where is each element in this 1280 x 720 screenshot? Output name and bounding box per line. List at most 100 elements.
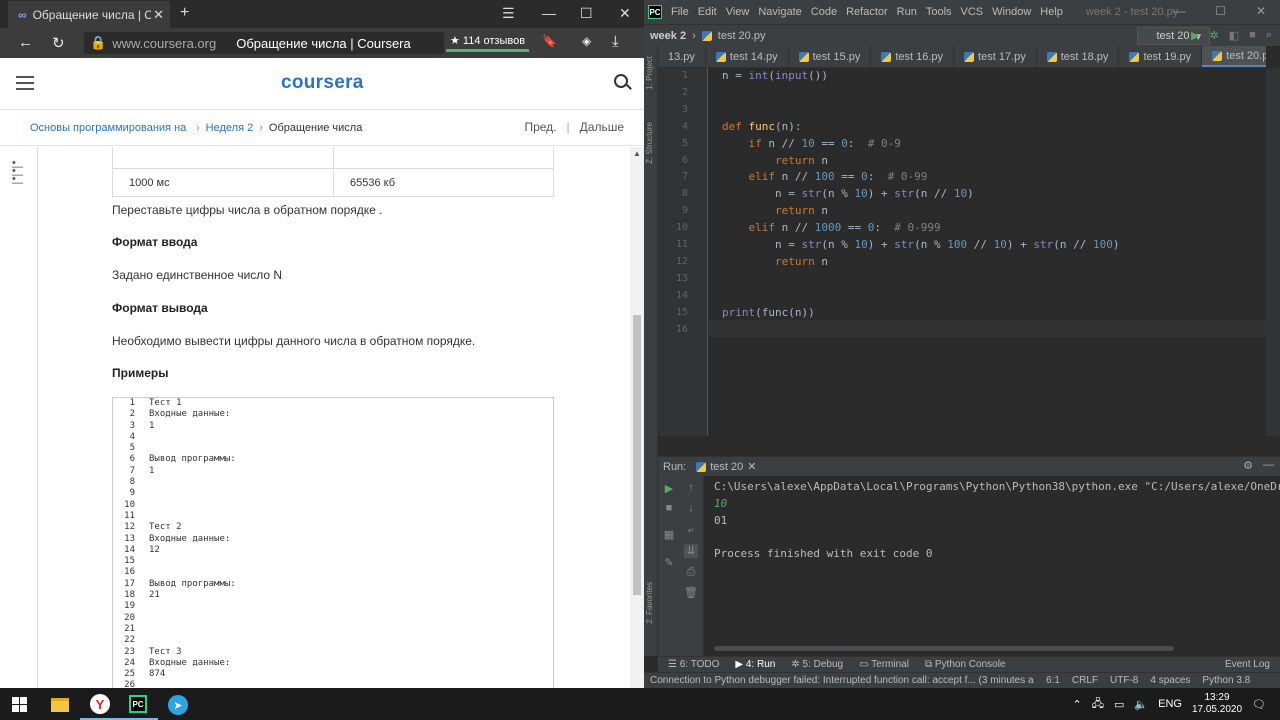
run-icon[interactable]: ▶ (1191, 29, 1199, 42)
tool-tab-todo[interactable]: ☰ 6: TODO (668, 659, 719, 670)
menu-item-edit[interactable]: Edit (698, 6, 717, 18)
menu-item-vcs[interactable]: VCS (961, 6, 984, 18)
menu-item-tools[interactable]: Tools (926, 6, 952, 18)
status-message[interactable]: Connection to Python debugger failed: In… (650, 675, 1034, 686)
prev-button[interactable]: Пред. (524, 120, 556, 134)
event-log-button[interactable]: Event Log (1225, 659, 1280, 670)
file-explorer-icon[interactable] (40, 690, 80, 720)
editor-tab[interactable]: test 15.py (789, 46, 872, 67)
download-icon[interactable]: ⤓ (612, 33, 619, 50)
minimize-icon[interactable]: — (1173, 4, 1185, 18)
volume-icon[interactable]: 🔈 (1134, 698, 1148, 711)
close-window-icon[interactable]: ✕ (1256, 4, 1266, 18)
yandex-browser-icon[interactable]: Y (80, 690, 120, 720)
nav-file[interactable]: test 20.py (718, 30, 766, 42)
scroll-up-icon[interactable]: ▲ (633, 149, 641, 158)
run-console[interactable]: C:\Users\alexe\AppData\Local\Programs\Py… (704, 476, 1280, 656)
search-icon[interactable]: ⌕ (1266, 29, 1272, 42)
back-icon[interactable]: ← (18, 34, 33, 51)
incognito-icon[interactable]: ◈ (582, 34, 591, 48)
menu-item-code[interactable]: Code (811, 6, 837, 18)
menu-item-view[interactable]: View (726, 6, 750, 18)
stop-icon[interactable]: ■ (1249, 29, 1256, 42)
code-editor[interactable]: 1 2 3 4 5 6 7 8 9 10 11 12 13 14 15 16 n = int(input())… (658, 68, 1266, 436)
scrollbar-thumb[interactable] (633, 315, 641, 595)
project-tool-button[interactable]: 1: Project (645, 56, 654, 90)
minimize-icon[interactable]: — (542, 5, 556, 21)
close-icon[interactable]: ✕ (747, 460, 756, 473)
maximize-icon[interactable]: ☐ (1215, 4, 1226, 18)
close-tab-icon[interactable]: ✕ (153, 7, 164, 23)
file-encoding[interactable]: UTF-8 (1110, 675, 1138, 686)
list-icon[interactable]: •— •— •— (12, 158, 26, 189)
menu-item-window[interactable]: Window (992, 6, 1031, 18)
up-arrow-icon[interactable]: ↑ (684, 482, 698, 496)
coverage-icon[interactable]: ◧ (1229, 29, 1239, 42)
language-indicator[interactable]: ENG (1158, 698, 1182, 710)
windows-start-icon[interactable] (12, 697, 27, 712)
editor-scroll-strip[interactable] (1266, 68, 1280, 436)
editor-tab[interactable]: test 14.py (706, 46, 789, 67)
structure-tool-button[interactable]: Z: Structure (645, 122, 654, 164)
print-icon[interactable]: ⎙ (684, 566, 698, 580)
down-arrow-icon[interactable]: ↓ (684, 502, 698, 516)
tool-tab-pythonconsole[interactable]: ⧉ Python Console (925, 659, 1006, 670)
soft-wrap-icon[interactable]: ⤶ (684, 524, 698, 538)
editor-tab[interactable]: 13.py (658, 46, 706, 67)
maximize-icon[interactable]: ☐ (580, 5, 593, 22)
new-tab-icon[interactable]: + (180, 4, 189, 22)
close-window-icon[interactable]: ✕ (619, 5, 631, 22)
coursera-logo[interactable]: coursera (281, 72, 364, 94)
telegram-icon[interactable]: ➤ (158, 690, 198, 720)
tool-tab-run[interactable]: ▶ 4: Run (735, 659, 775, 670)
layout-icon[interactable]: ▦ (662, 528, 676, 542)
menu-item-navigate[interactable]: Navigate (758, 6, 801, 18)
reviews-badge[interactable]: ★ 114 отзывов (446, 34, 530, 52)
indent-setting[interactable]: 4 spaces (1150, 675, 1190, 686)
scroll-to-end-icon[interactable]: ⇊ (684, 544, 698, 558)
battery-icon[interactable]: ▭ (1114, 698, 1124, 711)
stop-icon[interactable]: ■ (662, 502, 676, 516)
editor-tab[interactable]: test 16.py (871, 46, 955, 67)
debug-icon[interactable]: ✲ (1210, 29, 1219, 42)
favorites-tool-button[interactable]: 2: Favorites (645, 582, 654, 624)
bookmark-icon[interactable]: 🔖 (542, 34, 557, 48)
gear-icon[interactable]: ⚙ (1243, 459, 1253, 472)
notifications-icon[interactable]: 🗨 (1252, 698, 1266, 711)
clock[interactable]: 13:29 17.05.2020 (1192, 692, 1242, 716)
menu-item-help[interactable]: Help (1040, 6, 1063, 18)
menu-item-run[interactable]: Run (897, 6, 917, 18)
hide-panel-icon[interactable]: — (1263, 459, 1274, 472)
tool-tab-terminal[interactable]: ▭ Terminal (859, 659, 909, 670)
run-tab[interactable]: test 20 ✕ (696, 460, 757, 473)
editor-tab[interactable]: test 17.py (954, 46, 1037, 67)
example-line-number: 2 (129, 409, 135, 420)
browser-tab[interactable]: ∞ Обращение числа | Cou ✕ (8, 1, 170, 28)
browser-menu-icon[interactable]: ☰ (502, 5, 515, 22)
nav-project[interactable]: week 2 (650, 30, 686, 42)
page-scrollbar[interactable]: ▲ (630, 147, 644, 688)
tool-tab-debug[interactable]: ✲ 5: Debug (791, 659, 843, 670)
pin-icon[interactable]: ✎ (662, 556, 676, 570)
chevron-up-icon[interactable]: ⌃ (1073, 698, 1082, 711)
menu-item-refactor[interactable]: Refactor (846, 6, 888, 18)
editor-tab[interactable]: test 20.py✕ (1202, 46, 1266, 67)
next-button[interactable]: Дальше (580, 120, 624, 134)
editor-tab[interactable]: test 18.py (1037, 46, 1120, 67)
breadcrumb-week[interactable]: Неделя 2 (206, 122, 254, 134)
search-icon[interactable] (614, 74, 628, 88)
python-interpreter[interactable]: Python 3.8 (1202, 675, 1250, 686)
console-hscrollbar[interactable] (714, 646, 1174, 651)
menu-item-file[interactable]: File (671, 6, 689, 18)
pycharm-taskbar-icon[interactable]: PC (118, 690, 158, 720)
cursor-position[interactable]: 6:1 (1046, 675, 1060, 686)
network-icon[interactable]: 🖧 (1092, 695, 1104, 714)
address-bar[interactable]: 🔒 www.coursera.org Обращение числа | Cou… (84, 32, 444, 54)
reload-icon[interactable]: ↻ (52, 34, 65, 52)
rerun-icon[interactable]: ▶ (662, 482, 676, 496)
line-separator[interactable]: CRLF (1072, 675, 1098, 686)
breadcrumb-course[interactable]: Основы программирования на Pytho (30, 122, 190, 134)
trash-icon[interactable]: 🗑 (684, 586, 698, 600)
hamburger-menu-icon[interactable] (16, 76, 34, 90)
editor-tab[interactable]: test 19.py (1119, 46, 1203, 67)
